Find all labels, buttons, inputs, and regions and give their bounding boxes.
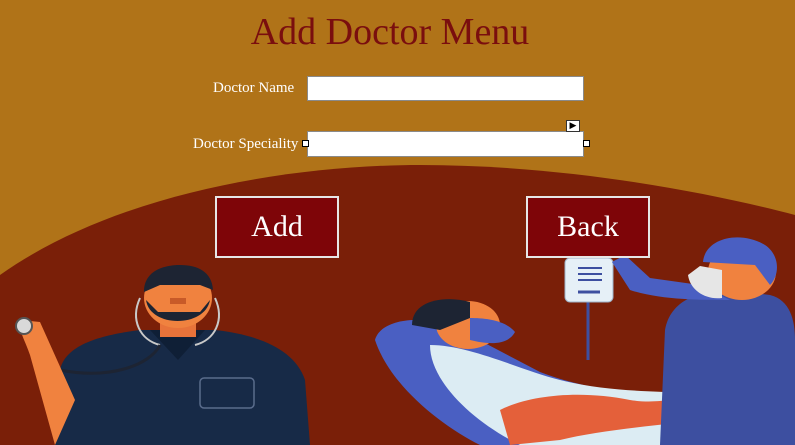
back-button[interactable]: Back [526, 196, 650, 258]
resize-handle-right[interactable] [583, 140, 590, 147]
resize-handle-left[interactable] [302, 140, 309, 147]
doctor-name-input[interactable] [307, 76, 584, 101]
doctor-name-label: Doctor Name [213, 80, 295, 96]
medical-illustration [0, 165, 795, 445]
doctor-speciality-input[interactable] [307, 131, 584, 157]
smart-tag-arrow-icon[interactable]: ▶ [566, 120, 580, 132]
add-button[interactable]: Add [215, 196, 339, 258]
page-title: Add Doctor Menu [250, 11, 530, 53]
doctor-speciality-label: Doctor Speciality [193, 136, 299, 152]
